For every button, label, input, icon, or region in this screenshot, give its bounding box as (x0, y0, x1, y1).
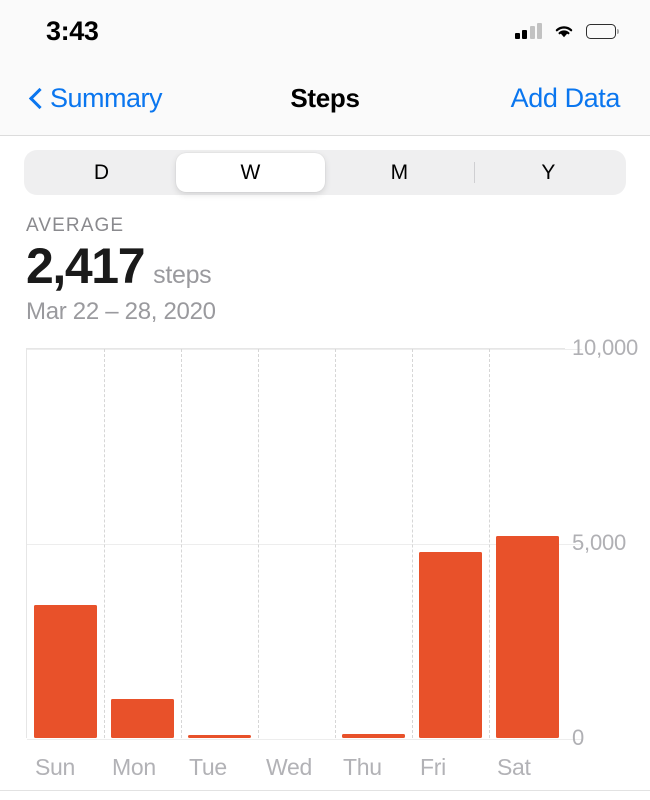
bar[interactable] (111, 699, 174, 738)
bar[interactable] (496, 535, 559, 738)
chevron-left-icon (30, 88, 43, 110)
summary-block: AVERAGE 2,417 steps Mar 22 – 28, 2020 (0, 195, 650, 326)
bar-column[interactable] (412, 348, 489, 738)
tab-day[interactable]: D (27, 153, 176, 192)
tab-month[interactable]: M (325, 153, 474, 192)
average-unit: steps (153, 261, 212, 289)
average-label: AVERAGE (26, 215, 125, 236)
chart-plot-area (26, 348, 582, 740)
chart-bars (27, 348, 566, 738)
average-value: 2,417 (26, 238, 146, 294)
tab-week[interactable]: W (176, 153, 325, 192)
bar[interactable] (188, 735, 251, 738)
segmented-control-wrapper: D W M Y (0, 136, 650, 195)
footer-divider (0, 790, 650, 791)
status-bar: 3:43 (0, 0, 650, 62)
time-range-segmented-control[interactable]: D W M Y (24, 150, 626, 195)
steps-bar-chart[interactable]: 0 5,000 10,000 Sun Mon Tue Wed Thu Fri Sat (0, 335, 650, 791)
average-row: 2,417 steps (26, 240, 624, 293)
bar-column[interactable] (181, 348, 258, 738)
x-axis-tick-label: Tue (189, 753, 227, 780)
back-button[interactable]: Summary (30, 83, 163, 114)
y-axis-tick-label: 0 (572, 725, 585, 750)
tab-year[interactable]: Y (474, 153, 623, 192)
y-axis-tick-label: 10,000 (572, 335, 639, 360)
gridline (27, 739, 582, 740)
bar-column[interactable] (104, 348, 181, 738)
x-axis-tick-label: Sun (35, 753, 76, 780)
wifi-icon (553, 23, 575, 39)
y-axis-tick-label: 5,000 (572, 530, 627, 555)
x-axis-tick-label: Sat (497, 753, 531, 780)
battery-icon (586, 23, 620, 39)
chart-x-axis-labels: Sun Mon Tue Wed Thu Fri Sat (26, 746, 565, 788)
x-axis-tick-label: Thu (343, 753, 382, 780)
back-button-label: Summary (50, 83, 163, 113)
bar-column[interactable] (335, 348, 412, 738)
add-data-button[interactable]: Add Data (511, 83, 621, 114)
bar-column[interactable] (27, 348, 104, 738)
x-axis-tick-label: Fri (420, 753, 446, 780)
bar-column[interactable] (258, 348, 335, 738)
x-axis-tick-label: Mon (112, 753, 156, 780)
status-icons (514, 23, 620, 39)
date-range: Mar 22 – 28, 2020 (26, 297, 216, 325)
cellular-signal-icon (514, 23, 542, 39)
status-time: 3:43 (46, 15, 99, 46)
bar[interactable] (342, 733, 405, 738)
navigation-bar: Summary Steps Add Data (0, 62, 650, 136)
bar[interactable] (34, 604, 97, 738)
bar-column[interactable] (489, 348, 566, 738)
bar[interactable] (419, 551, 482, 738)
x-axis-tick-label: Wed (266, 753, 312, 780)
